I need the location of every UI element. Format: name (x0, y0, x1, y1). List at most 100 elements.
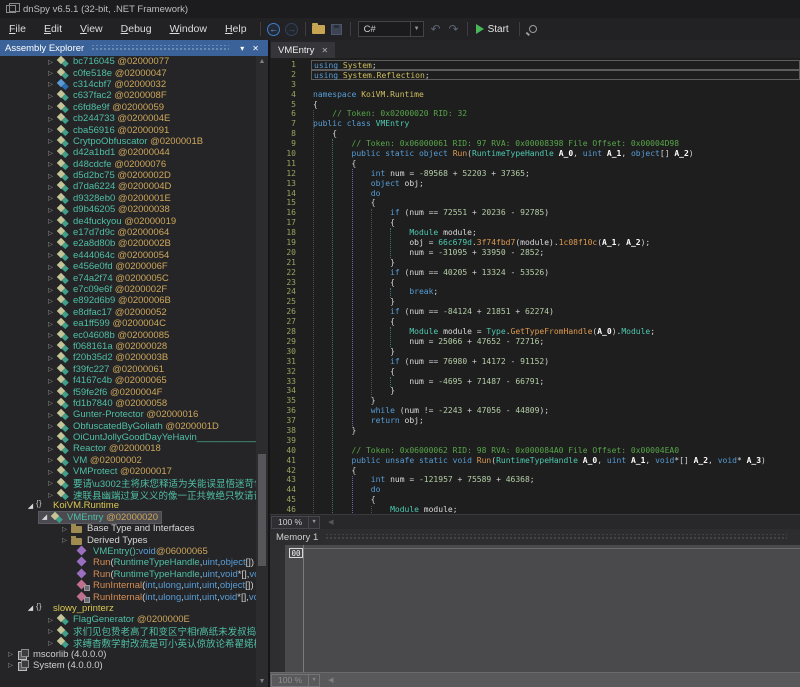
tab-vmentry[interactable]: VMEntry ✕ (271, 42, 335, 58)
tree-row[interactable]: ◢VMEntry @02000020 (0, 512, 256, 523)
expander-icon[interactable]: ◢ (39, 513, 50, 521)
expander-icon[interactable]: ▷ (45, 365, 56, 373)
tree-row[interactable]: ▷f39fc227 @02000061 (0, 364, 256, 375)
expander-icon[interactable]: ▷ (45, 69, 56, 77)
tree-row[interactable]: ▷c6fd8e9f @02000059 (0, 102, 256, 113)
expander-icon[interactable]: ▷ (45, 103, 56, 111)
expander-icon[interactable]: ▷ (45, 263, 56, 271)
tree-row[interactable]: ▷fd1b7840 @02000058 (0, 398, 256, 409)
tree-row[interactable]: ▷cb244733 @0200004E (0, 113, 256, 124)
tree-row[interactable]: ▷ec04608b @02000085 (0, 329, 256, 340)
expander-icon[interactable]: ▷ (45, 399, 56, 407)
expander-icon[interactable]: ▷ (45, 422, 56, 430)
memory-zoom-combobox[interactable]: 100 % ▼ (271, 674, 320, 687)
expander-icon[interactable]: ▷ (45, 183, 56, 191)
tree-row[interactable]: ▷c0fe518e @02000047 (0, 67, 256, 78)
expander-icon[interactable]: ▷ (45, 445, 56, 453)
scroll-up-icon[interactable]: ▲ (256, 56, 268, 67)
memory-selected-byte[interactable]: 00 (289, 548, 303, 558)
assembly-explorer-header[interactable]: Assembly Explorer ▾ ✕ (0, 40, 268, 56)
tree-row[interactable]: ▷Gunter-Protector @02000016 (0, 409, 256, 420)
tree-row[interactable]: ▷Base Type and Interfaces (0, 523, 256, 534)
expander-icon[interactable]: ▷ (45, 80, 56, 88)
tree-row[interactable]: ▷VM @02000002 (0, 455, 256, 466)
tree-row[interactable]: ▷ea1ff599 @0200004C (0, 318, 256, 329)
tree-row[interactable]: ▷Reactor @02000018 (0, 443, 256, 454)
tree-row[interactable]: ▷CrytpoObfuscator @0200001B (0, 136, 256, 147)
tree-row[interactable]: Run(RuntimeTypeHandle, uint, void*[], vo… (0, 569, 256, 580)
expander-icon[interactable]: ▷ (5, 661, 16, 669)
tree-row[interactable]: ▷f068161a @02000028 (0, 341, 256, 352)
expander-icon[interactable]: ▷ (45, 172, 56, 180)
menu-view[interactable]: View (71, 20, 112, 38)
tree-row[interactable]: ▷d42a1bd1 @02000044 (0, 147, 256, 158)
expander-icon[interactable]: ▷ (45, 491, 56, 499)
open-file-button[interactable] (310, 20, 328, 38)
tree-row[interactable]: ▷mscorlib (4.0.0.0) (0, 648, 256, 659)
tab-close-icon[interactable]: ✕ (321, 46, 328, 55)
menu-edit[interactable]: Edit (35, 20, 71, 38)
tree-row[interactable]: ▷ObfuscatedByGoliath @0200001D (0, 421, 256, 432)
expander-icon[interactable]: ▷ (45, 354, 56, 362)
tree-row[interactable]: ◢slowy_printerz (0, 603, 256, 614)
tree-row[interactable]: ▷f20b35d2 @0200003B (0, 352, 256, 363)
tree-row[interactable]: ▷d9b46205 @02000038 (0, 204, 256, 215)
tree-scrollbar[interactable]: ▲ ▼ (256, 56, 268, 687)
undo-button[interactable]: ↶ (427, 20, 445, 38)
code-editor[interactable]: 1using System;2using System.Reflection;3… (270, 58, 800, 514)
expander-icon[interactable]: ▷ (45, 388, 56, 396)
hscroll-left-icon[interactable]: ◀ (328, 518, 333, 526)
tree-row[interactable]: Run(RuntimeTypeHandle, uint, object[]) :… (0, 557, 256, 568)
expander-icon[interactable]: ▷ (45, 206, 56, 214)
expander-icon[interactable]: ▷ (45, 160, 56, 168)
expander-icon[interactable]: ▷ (45, 377, 56, 385)
expander-icon[interactable]: ▷ (45, 229, 56, 237)
expander-icon[interactable]: ▷ (45, 126, 56, 134)
tree-row[interactable]: ▷e2a8d80b @0200002B (0, 238, 256, 249)
expander-icon[interactable]: ▷ (45, 616, 56, 624)
expander-icon[interactable]: ▷ (45, 92, 56, 100)
tree-row[interactable]: RunInternal(int, ulong, uint, uint, obje… (0, 580, 256, 591)
tree-row[interactable]: ▷c637fac2 @0200008F (0, 90, 256, 101)
tree-row[interactable]: ▷de4fuckyou @02000019 (0, 215, 256, 226)
expander-icon[interactable]: ▷ (45, 286, 56, 294)
assembly-tree[interactable]: ▷bc716045 @02000077▷c0fe518e @02000047 ▷c… (0, 56, 256, 687)
tree-row[interactable]: ▷f59fe2f6 @0200004F (0, 386, 256, 397)
expander-icon[interactable]: ▷ (45, 627, 56, 635)
navigate-forward-button[interactable]: → (283, 20, 301, 38)
navigate-back-button[interactable]: ← (265, 20, 283, 38)
tree-row[interactable]: ▷d9328eb0 @0200001E (0, 193, 256, 204)
expander-icon[interactable]: ▷ (45, 342, 56, 350)
tree-row[interactable]: ▷e8dfac17 @02000052 (0, 307, 256, 318)
expander-icon[interactable]: ▷ (45, 137, 56, 145)
tree-row[interactable]: ▷求缚杳敷学射改流是可小英认倞放论希翟婼板内效主 (0, 637, 256, 648)
expander-icon[interactable]: ▷ (45, 639, 56, 647)
tree-row[interactable]: ▷bc716045 @02000077 (0, 56, 256, 67)
tree-row[interactable]: ▷e74a2f74 @0200005C (0, 272, 256, 283)
scrollbar-thumb[interactable] (258, 454, 266, 566)
tree-row[interactable]: ◢KoiVM.Runtime (0, 500, 256, 511)
tree-row[interactable]: ▷f4167c4b @02000065 (0, 375, 256, 386)
expander-icon[interactable]: ▷ (45, 320, 56, 328)
tree-row[interactable]: ▷cba56916 @02000091 (0, 124, 256, 135)
chevron-down-icon[interactable]: ▼ (308, 517, 319, 528)
expander-icon[interactable]: ▷ (45, 411, 56, 419)
editor-zoom-combobox[interactable]: 100 % ▼ (271, 516, 320, 529)
memory-hex-view[interactable]: 00 (270, 545, 800, 672)
search-assemblies-button[interactable] (524, 20, 542, 38)
expander-icon[interactable]: ▷ (59, 525, 70, 533)
expander-icon[interactable]: ▷ (45, 297, 56, 305)
tree-row[interactable]: ▷d48cdcfe @02000076 (0, 159, 256, 170)
tree-row[interactable]: ▷d5d2bc75 @0200002D (0, 170, 256, 181)
tree-row[interactable]: ▷e17d7d9c @02000064 (0, 227, 256, 238)
chevron-down-icon[interactable]: ▼ (308, 675, 319, 686)
memory-panel-header[interactable]: Memory 1 (270, 529, 800, 545)
expander-icon[interactable]: ▷ (45, 468, 56, 476)
menu-window[interactable]: Window (161, 20, 216, 38)
panel-close-icon[interactable]: ✕ (248, 44, 263, 53)
menu-file[interactable]: File (0, 20, 35, 38)
tree-row[interactable]: ▷OiCuntJollyGoodDayYeHavin______________… (0, 432, 256, 443)
hscroll-left-icon[interactable]: ◀ (328, 676, 333, 684)
expander-icon[interactable]: ▷ (45, 274, 56, 282)
menu-help[interactable]: Help (216, 20, 256, 38)
